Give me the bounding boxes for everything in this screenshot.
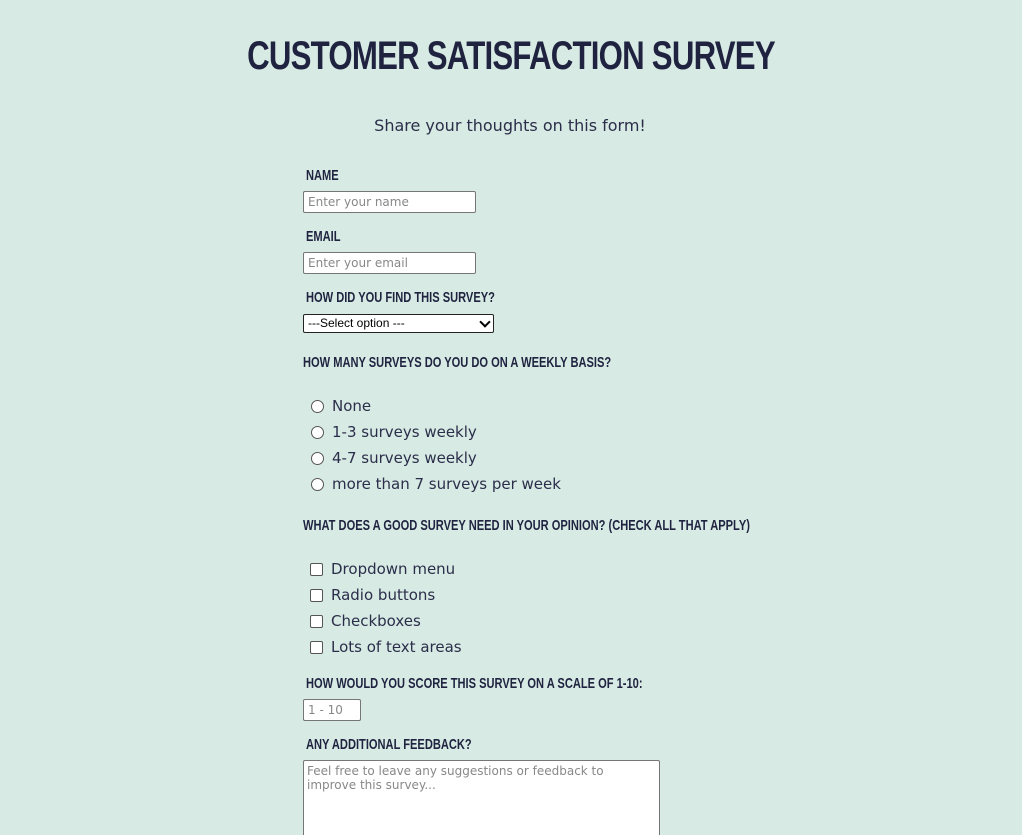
name-label: Name	[306, 167, 339, 184]
needs-option-label: Checkboxes	[331, 612, 421, 630]
source-select[interactable]: ---Select option ---	[303, 314, 494, 333]
needs-option[interactable]: Radio buttons	[310, 584, 435, 606]
radio-button[interactable]	[311, 399, 324, 413]
source-select-value: ---Select option ---	[308, 316, 405, 330]
needs-option[interactable]: Dropdown menu	[310, 558, 455, 580]
email-label: Email	[306, 228, 341, 245]
radio-button[interactable]	[311, 477, 324, 491]
score-input[interactable]	[303, 699, 361, 721]
source-label: How did you find this survey?	[306, 289, 495, 306]
name-input[interactable]	[303, 191, 476, 213]
needs-label: What does a good survey need in your opi…	[303, 517, 750, 534]
needs-option-label: Dropdown menu	[331, 560, 456, 578]
feedback-textarea[interactable]	[303, 760, 660, 835]
checkbox[interactable]	[310, 614, 323, 628]
chevron-down-icon	[479, 316, 491, 328]
feedback-label: Any additional feedback?	[306, 736, 472, 753]
radio-button[interactable]	[311, 451, 324, 465]
frequency-option-label: 1-3 surveys weekly	[332, 423, 477, 441]
needs-option[interactable]: Checkboxes	[310, 610, 421, 632]
score-label: How would you score this survey on a sca…	[306, 675, 643, 692]
frequency-option-label: more than 7 surveys per week	[332, 475, 561, 493]
checkbox[interactable]	[310, 588, 323, 602]
page-title: Customer Satisfaction Survey	[247, 34, 775, 78]
frequency-option[interactable]: 4-7 surveys weekly	[311, 447, 477, 469]
radio-button[interactable]	[311, 425, 324, 439]
frequency-option[interactable]: 1-3 surveys weekly	[311, 421, 477, 443]
checkbox[interactable]	[310, 640, 323, 654]
email-input[interactable]	[303, 252, 476, 274]
checkbox[interactable]	[310, 562, 323, 576]
frequency-label: How many surveys do you do on a weekly b…	[303, 354, 612, 371]
frequency-option-label: 4-7 surveys weekly	[332, 449, 477, 467]
frequency-option[interactable]: more than 7 surveys per week	[311, 473, 561, 495]
frequency-option[interactable]: None	[311, 395, 371, 417]
needs-option-label: Lots of text areas	[331, 638, 462, 656]
page-subtitle: Share your thoughts on this form!	[374, 116, 646, 135]
frequency-option-label: None	[332, 397, 372, 415]
needs-option-label: Radio buttons	[331, 586, 436, 604]
needs-option[interactable]: Lots of text areas	[310, 636, 462, 658]
